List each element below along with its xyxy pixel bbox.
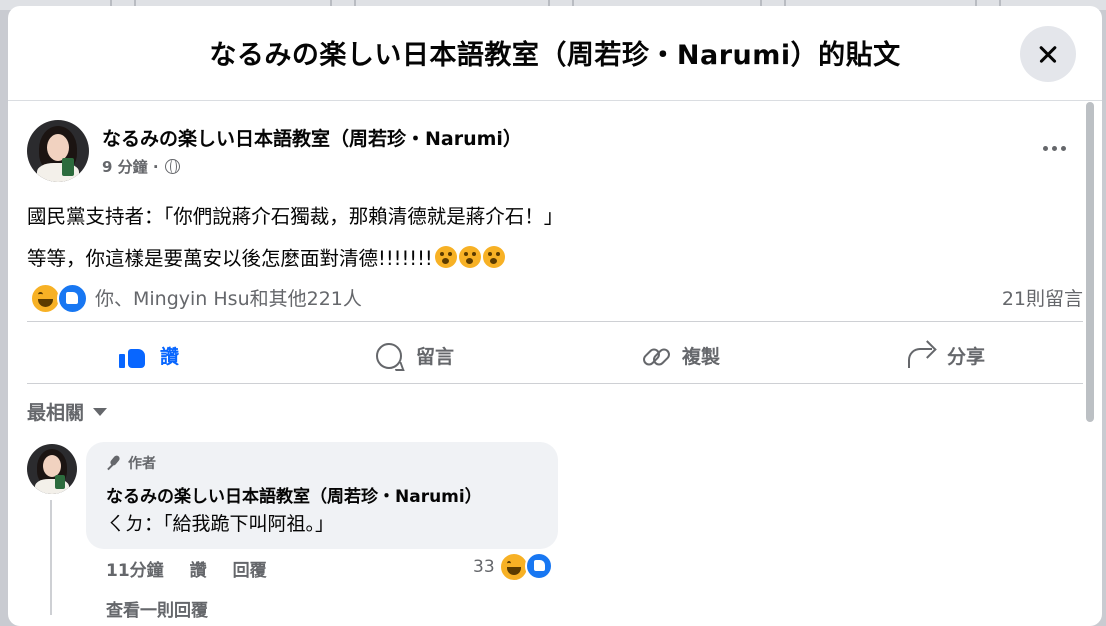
comment-bubble-icon xyxy=(374,340,404,370)
comment-time[interactable]: 11分鐘 xyxy=(106,556,164,581)
comment-actions: 11分鐘 讚 回覆 xyxy=(106,556,293,581)
like-reaction-icon[interactable] xyxy=(57,283,88,314)
comment-author-name[interactable]: なるみの楽しい日本語教室（周若珍・Narumi） xyxy=(106,482,482,507)
reactions-summary: 你、Mingyin Hsu和其他221人 21則留言 xyxy=(27,282,1083,314)
comment-bubble: 作者 なるみの楽しい日本語教室（周若珍・Narumi） ㄑㄉ：「給我跪下叫阿祖。… xyxy=(86,442,558,549)
author-badge-label: 作者 xyxy=(128,456,156,472)
comment-reactions[interactable]: 33 xyxy=(473,552,563,582)
post-modal: なるみの楽しい日本語教室（周若珍・Narumi）的貼文 なるみの楽しい日本語教室… xyxy=(8,6,1102,626)
more-options-button[interactable] xyxy=(1038,138,1074,158)
surprised-emoji-icon xyxy=(434,246,457,268)
post-meta: 9 分鐘 · xyxy=(102,156,180,177)
post-text-line-2: 等等，你這樣是要萬安以後怎麼面對清德!!!!!!! xyxy=(27,242,505,271)
comment-reply-button[interactable]: 回覆 xyxy=(233,556,267,581)
comment-count[interactable]: 21則留言 xyxy=(1002,284,1083,311)
share-arrow-icon xyxy=(905,340,935,370)
share-label: 分享 xyxy=(947,345,986,368)
link-icon xyxy=(640,340,670,370)
scrollbar[interactable] xyxy=(1084,102,1096,422)
surprised-emoji-icon xyxy=(482,246,505,268)
post-text-line-1: 國民黨支持者：「你們說蔣介石獨裁，那賴清德就是蔣介石！」 xyxy=(27,205,564,228)
like-button[interactable]: 讚 xyxy=(118,338,179,372)
like-label: 讚 xyxy=(160,345,180,368)
globe-icon xyxy=(164,159,180,174)
divider xyxy=(27,383,1083,384)
post-author-name[interactable]: なるみの楽しい日本語教室（周若珍・Narumi） xyxy=(102,124,522,151)
scrollbar-thumb[interactable] xyxy=(1086,102,1094,422)
like-reaction-icon xyxy=(525,552,553,580)
comment-text: ㄑㄉ：「給我跪下叫阿祖。」 xyxy=(106,513,335,535)
comment-label: 留言 xyxy=(416,345,455,368)
comment-reaction-count: 33 xyxy=(473,557,495,577)
thumbs-up-icon xyxy=(118,340,148,370)
comment-like-button[interactable]: 讚 xyxy=(190,556,207,581)
share-button[interactable]: 分享 xyxy=(905,338,985,372)
modal-header: なるみの楽しい日本語教室（周若珍・Narumi）的貼文 xyxy=(8,6,1102,101)
post-text-line-2-text: 等等，你這樣是要萬安以後怎麼面對清德!!!!!!! xyxy=(27,247,433,270)
caret-down-icon xyxy=(93,407,108,416)
close-button[interactable] xyxy=(1020,26,1076,82)
reaction-names[interactable]: 你、Mingyin Hsu和其他221人 xyxy=(95,284,362,311)
view-replies-link[interactable]: 查看一則回覆 xyxy=(106,596,208,621)
sort-label: 最相關 xyxy=(27,402,85,424)
divider xyxy=(27,321,1083,322)
modal-title: なるみの楽しい日本語教室（周若珍・Narumi）的貼文 xyxy=(209,40,901,71)
comment-sort-dropdown[interactable]: 最相關 xyxy=(27,398,108,425)
author-badge: 作者 xyxy=(106,453,156,473)
reply-thread-line xyxy=(50,500,52,615)
surprised-emoji-icon xyxy=(458,246,481,268)
author-avatar[interactable] xyxy=(27,120,89,182)
comment-button[interactable]: 留言 xyxy=(374,338,454,372)
copy-label: 複製 xyxy=(682,345,721,368)
comment-author-avatar[interactable] xyxy=(27,444,77,494)
pencil-icon xyxy=(106,455,122,471)
post-time[interactable]: 9 分鐘 · xyxy=(102,156,159,177)
copy-button[interactable]: 複製 xyxy=(640,338,720,372)
